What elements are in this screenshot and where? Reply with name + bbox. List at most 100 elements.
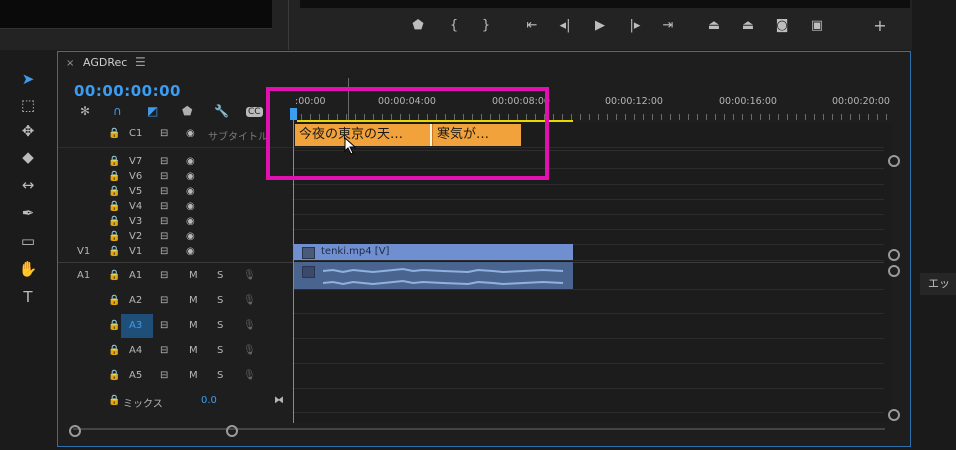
tools-panel: ➤ ⬚ ✥ ◆ ↔ ✒ ▭ ✋ T bbox=[12, 62, 44, 310]
lock-icon[interactable]: 🔒 bbox=[108, 186, 120, 197]
sync-lock-icon[interactable]: ⊟ bbox=[160, 216, 168, 227]
rectangle-tool-icon[interactable]: ▭ bbox=[12, 230, 44, 252]
selection-tool-icon[interactable]: ➤ bbox=[12, 68, 44, 90]
snap-icon[interactable]: ∩ bbox=[113, 104, 122, 118]
eye-icon[interactable]: ◉ bbox=[186, 128, 195, 139]
add-marker-timeline-icon[interactable]: ⬟ bbox=[182, 104, 192, 118]
razor-tool-icon[interactable]: ◆ bbox=[12, 146, 44, 168]
mark-out-icon[interactable]: } bbox=[476, 16, 496, 36]
sync-lock-icon[interactable]: ⊟ bbox=[160, 231, 168, 242]
sync-lock-icon[interactable]: ⊟ bbox=[160, 345, 168, 356]
microphone-icon[interactable]: 🎙 bbox=[243, 320, 256, 331]
vertical-zoom-knob[interactable] bbox=[888, 155, 900, 167]
go-to-in-icon[interactable]: ⇤ bbox=[522, 16, 542, 36]
eye-icon[interactable]: ◉ bbox=[186, 201, 195, 212]
tab-menu-icon[interactable]: ☰ bbox=[135, 55, 146, 69]
horizontal-scrollbar[interactable] bbox=[73, 428, 885, 430]
lock-icon[interactable]: 🔒 bbox=[108, 201, 120, 212]
go-to-out-icon[interactable]: ⇥ bbox=[658, 16, 678, 36]
lift-icon[interactable]: ⏏ bbox=[704, 16, 724, 36]
sync-lock-icon[interactable]: ⊟ bbox=[160, 246, 168, 257]
solo-button[interactable]: S bbox=[217, 295, 223, 306]
mark-in-icon[interactable]: { bbox=[444, 16, 464, 36]
sync-lock-icon[interactable]: ⊟ bbox=[160, 270, 168, 281]
hand-tool-icon[interactable]: ✋ bbox=[12, 258, 44, 280]
mute-button[interactable]: M bbox=[189, 295, 198, 306]
pen-tool-icon[interactable]: ✒ bbox=[12, 202, 44, 224]
audio-clip[interactable] bbox=[293, 262, 573, 289]
lock-icon[interactable]: 🔒 bbox=[108, 320, 120, 331]
solo-button[interactable]: S bbox=[217, 370, 223, 381]
export-frame-icon[interactable]: ◙ bbox=[772, 16, 792, 36]
nest-toggle-icon[interactable]: ✻ bbox=[80, 104, 90, 118]
essential-panel-tab[interactable]: エッセ bbox=[920, 273, 956, 295]
lock-icon[interactable]: 🔒 bbox=[108, 395, 120, 406]
mute-button[interactable]: M bbox=[189, 345, 198, 356]
microphone-icon[interactable]: 🎙 bbox=[243, 345, 256, 356]
linked-selection-icon[interactable]: ◩ bbox=[147, 104, 158, 118]
sync-lock-icon[interactable]: ⊟ bbox=[160, 201, 168, 212]
eye-icon[interactable]: ◉ bbox=[186, 186, 195, 197]
comparison-view-icon[interactable]: ▣ bbox=[807, 16, 827, 36]
lock-icon[interactable]: 🔒 bbox=[108, 370, 120, 381]
microphone-icon[interactable]: 🎙 bbox=[243, 270, 256, 281]
vertical-zoom-knob[interactable] bbox=[888, 409, 900, 421]
track-label[interactable]: A3 bbox=[129, 320, 142, 331]
source-patch-audio[interactable]: A1 bbox=[77, 270, 90, 281]
sync-lock-icon[interactable]: ⊟ bbox=[160, 295, 168, 306]
eye-icon[interactable]: ◉ bbox=[186, 171, 195, 182]
lock-icon[interactable]: 🔒 bbox=[108, 171, 120, 182]
vertical-zoom-knob[interactable] bbox=[888, 265, 900, 277]
timeline-settings-icon[interactable]: 🔧 bbox=[214, 104, 229, 118]
zoom-scroll-start-knob[interactable] bbox=[69, 425, 81, 437]
mute-button[interactable]: M bbox=[189, 270, 198, 281]
sync-lock-icon[interactable]: ⊟ bbox=[160, 156, 168, 167]
solo-button[interactable]: S bbox=[217, 320, 223, 331]
extract-icon[interactable]: ⏏ bbox=[738, 16, 758, 36]
zoom-scroll-end-knob[interactable] bbox=[226, 425, 238, 437]
mute-button[interactable]: M bbox=[189, 370, 198, 381]
eye-icon[interactable]: ◉ bbox=[186, 156, 195, 167]
source-patch-video[interactable]: V1 bbox=[77, 246, 90, 257]
solo-button[interactable]: S bbox=[217, 270, 223, 281]
lock-icon[interactable]: 🔒 bbox=[108, 156, 120, 167]
type-tool-icon[interactable]: T bbox=[12, 286, 44, 308]
sync-lock-icon[interactable]: ⊟ bbox=[160, 320, 168, 331]
microphone-icon[interactable]: 🎙 bbox=[243, 370, 256, 381]
eye-icon[interactable]: ◉ bbox=[186, 216, 195, 227]
video-clip[interactable]: tenki.mp4 [V] bbox=[293, 244, 573, 260]
track-label: A2 bbox=[129, 295, 143, 306]
lock-icon[interactable]: 🔒 bbox=[108, 270, 120, 281]
solo-button[interactable]: S bbox=[217, 345, 223, 356]
mute-button[interactable]: M bbox=[189, 320, 198, 331]
track-select-tool-icon[interactable]: ⬚ bbox=[12, 94, 44, 116]
sync-lock-icon[interactable]: ⊟ bbox=[160, 370, 168, 381]
step-forward-icon[interactable]: |▸ bbox=[625, 16, 645, 36]
mix-volume-value[interactable]: 0.0 bbox=[201, 395, 217, 406]
lock-icon[interactable]: 🔒 bbox=[108, 128, 120, 139]
close-tab-icon[interactable]: × bbox=[66, 58, 74, 69]
lock-icon[interactable]: 🔒 bbox=[108, 246, 120, 257]
eye-icon[interactable]: ◉ bbox=[186, 246, 195, 257]
sync-lock-icon[interactable]: ⊟ bbox=[160, 171, 168, 182]
add-button-icon[interactable]: + bbox=[870, 16, 890, 36]
lock-icon[interactable]: 🔒 bbox=[108, 345, 120, 356]
step-back-icon[interactable]: ◂| bbox=[555, 16, 575, 36]
sync-lock-icon[interactable]: ⊟ bbox=[160, 186, 168, 197]
lock-icon[interactable]: 🔒 bbox=[108, 231, 120, 242]
microphone-icon[interactable]: 🎙 bbox=[243, 295, 256, 306]
go-to-end-icon[interactable]: ⧓ bbox=[274, 395, 284, 406]
captions-icon[interactable]: CC bbox=[246, 107, 263, 117]
play-icon[interactable]: ▶ bbox=[590, 16, 610, 36]
vertical-zoom-knob[interactable] bbox=[888, 249, 900, 261]
eye-icon[interactable]: ◉ bbox=[186, 231, 195, 242]
playhead-timecode[interactable]: 00:00:00:00 bbox=[74, 82, 181, 100]
sync-lock-icon[interactable]: ⊟ bbox=[160, 128, 168, 139]
track-label: V1 bbox=[129, 246, 143, 257]
lock-icon[interactable]: 🔒 bbox=[108, 295, 120, 306]
sequence-tab-title[interactable]: AGDRec bbox=[83, 56, 127, 69]
lock-icon[interactable]: 🔒 bbox=[108, 216, 120, 227]
add-marker-icon[interactable]: ⬟ bbox=[408, 16, 428, 36]
slip-tool-icon[interactable]: ↔ bbox=[12, 174, 44, 196]
ripple-edit-tool-icon[interactable]: ✥ bbox=[12, 120, 44, 142]
